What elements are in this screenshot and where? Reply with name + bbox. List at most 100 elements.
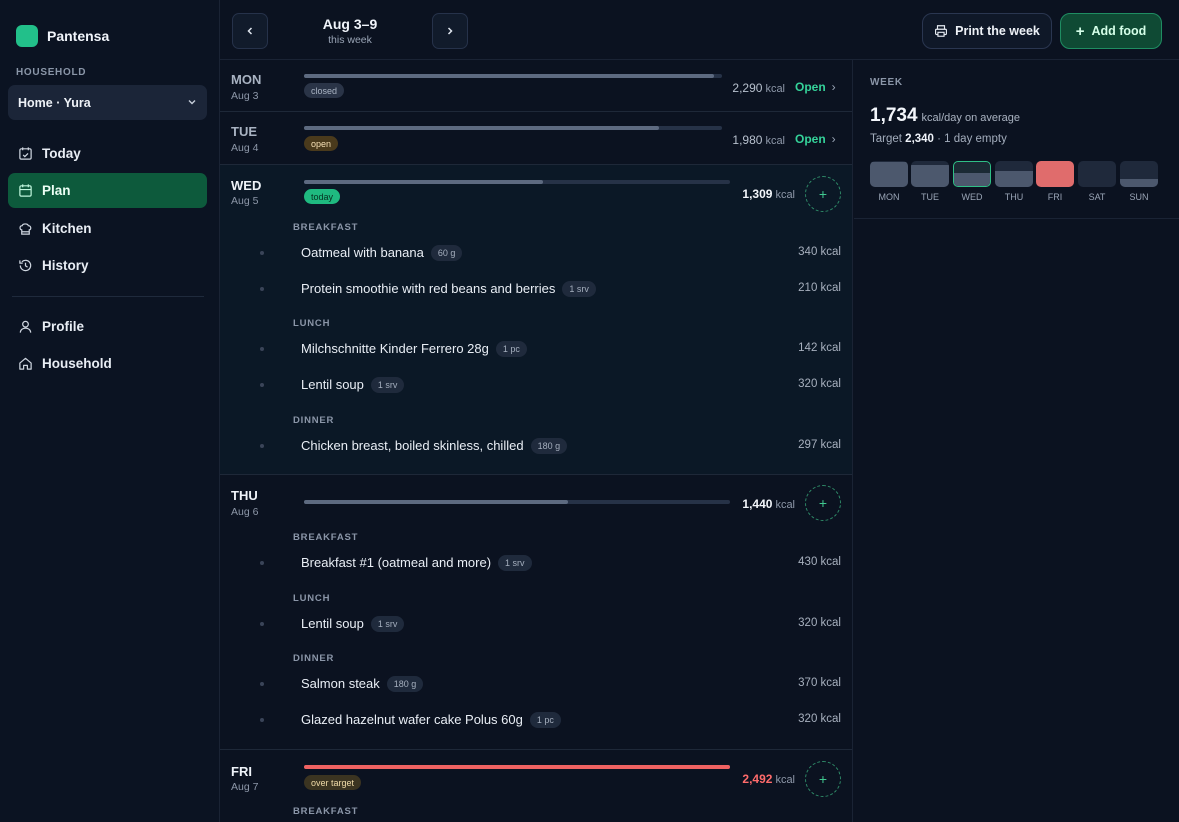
kcal-unit: kcal — [765, 83, 785, 95]
day-date: Aug 3 — [231, 90, 259, 102]
food-name-wrap: Glazed hazelnut wafer cake Polus 60g 1 pc — [301, 712, 561, 728]
kcal-unit: kcal — [775, 189, 795, 201]
brand[interactable]: Pantensa — [16, 25, 109, 47]
week-day-cell-sat[interactable] — [1078, 161, 1116, 187]
day-kcal-value: 2,492 — [742, 772, 773, 786]
food-kcal: 320 kcal — [798, 713, 841, 725]
sidebar-item-today[interactable]: Today — [8, 136, 207, 171]
sidebar-item-history[interactable]: History — [8, 248, 207, 283]
week-day-cell-fri[interactable] — [1036, 161, 1074, 187]
bullet-icon — [260, 622, 264, 626]
print-week-button[interactable]: Print the week — [922, 13, 1052, 49]
household-select[interactable]: Home · Yura — [8, 85, 207, 120]
food-name: Milchschnitte Kinder Ferrero 28g — [301, 341, 489, 356]
list-item[interactable]: Breakfast #1 (oatmeal and more) 1 srv 430… — [220, 553, 852, 573]
food-name: Breakfast #1 (oatmeal and more) — [301, 555, 492, 570]
food-name: Glazed hazelnut wafer cake Polus 60g — [301, 712, 523, 727]
list-item[interactable]: Chicken breast, boiled skinless, chilled… — [220, 436, 852, 456]
food-name: Oatmeal with banana — [301, 245, 424, 260]
week-average-value: 1,734 — [870, 105, 918, 126]
sidebar: Pantensa HOUSEHOLD Home · Yura Today Pla… — [0, 0, 220, 822]
week-day-fill — [995, 170, 1033, 187]
day-progress-bar — [304, 74, 722, 78]
list-item[interactable]: Salmon steak 180 g 370 kcal — [220, 674, 852, 694]
add-food-button[interactable]: + Add food — [1060, 13, 1162, 49]
add-to-day-button[interactable]: + — [805, 761, 841, 797]
food-name-wrap: Oatmeal with banana 60 g — [301, 245, 463, 261]
day-name: MON — [231, 72, 262, 87]
food-kcal: 430 kcal — [798, 556, 841, 568]
sidebar-item-profile[interactable]: Profile — [8, 309, 207, 344]
household-select-value: Home · Yura — [18, 95, 91, 110]
week-subtitle: this week — [328, 34, 372, 46]
week-summary-panel: WEEK 1,734 kcal/day on average Target 2,3… — [854, 60, 1179, 219]
food-name: Lentil soup — [301, 377, 364, 392]
chevron-right-icon: › — [831, 132, 836, 146]
list-item[interactable]: Protein smoothie with red beans and berr… — [220, 279, 852, 299]
week-day-cell-wed[interactable] — [953, 161, 991, 187]
sidebar-item-label: Household — [42, 356, 112, 371]
add-to-day-button[interactable]: + — [805, 176, 841, 212]
food-name-wrap: Milchschnitte Kinder Ferrero 28g 1 pc — [301, 341, 527, 357]
open-day-label: Open — [795, 80, 826, 94]
kcal-unit: kcal — [775, 774, 795, 786]
week-day-label: FRI — [1047, 192, 1063, 202]
food-name-wrap: Protein smoothie with red beans and berr… — [301, 281, 596, 297]
food-name: Chicken breast, boiled skinless, chilled — [301, 438, 524, 453]
open-day-label: Open — [795, 132, 826, 146]
list-item[interactable]: Lentil soup 1 srv 320 kcal — [220, 375, 852, 395]
list-item[interactable]: Milchschnitte Kinder Ferrero 28g 1 pc 142… — [220, 339, 852, 359]
list-item[interactable]: Oatmeal with banana 60 g 340 kcal — [220, 243, 852, 263]
day-progress-bar — [304, 180, 730, 184]
day-kcal-total: 2,290 kcal — [732, 81, 785, 95]
previous-week-button[interactable] — [232, 13, 268, 49]
week-day-cell-thu[interactable] — [995, 161, 1033, 187]
print-week-label: Print the week — [955, 24, 1040, 38]
open-day-link[interactable]: Open › — [795, 132, 836, 146]
meal-label-dinner: DINNER — [293, 653, 335, 664]
status-badge: today — [304, 189, 341, 204]
add-to-day-button[interactable]: + — [805, 485, 841, 521]
chevron-down-icon — [187, 96, 197, 110]
plus-icon: + — [818, 771, 828, 787]
days-list: MON Aug 3 closed 2,290 kcal Open › TUE Aug… — [220, 60, 853, 822]
quantity-badge: 1 srv — [562, 281, 596, 297]
next-week-button[interactable] — [432, 13, 468, 49]
food-kcal: 320 kcal — [798, 378, 841, 390]
day-kcal-total: 1,980 kcal — [732, 133, 785, 147]
food-name-wrap: Salmon steak 180 g — [301, 676, 424, 692]
day-kcal-value: 1,440 — [742, 497, 773, 511]
week-day-label: MON — [878, 192, 900, 202]
food-name: Protein smoothie with red beans and berr… — [301, 281, 556, 296]
day-row-tue[interactable]: TUE Aug 4 open 1,980 kcal Open › — [220, 112, 852, 165]
bullet-icon — [260, 383, 264, 387]
day-progress-bar — [304, 765, 730, 769]
week-day-fill — [911, 164, 949, 187]
week-title: Aug 3–9 this week — [300, 16, 400, 46]
calendar-check-icon — [17, 146, 33, 162]
week-day-cell-mon[interactable] — [870, 161, 908, 187]
sidebar-item-household[interactable]: Household — [8, 346, 207, 381]
quantity-badge: 180 g — [386, 676, 424, 692]
week-day-cell-sun[interactable] — [1120, 161, 1158, 187]
meal-label-breakfast: BREAKFAST — [293, 532, 359, 543]
quantity-badge: 1 pc — [495, 341, 527, 357]
day-kcal-total: 2,492 kcal — [742, 772, 795, 786]
list-item[interactable]: Lentil soup 1 srv 320 kcal — [220, 614, 852, 634]
day-date: Aug 4 — [231, 142, 259, 154]
list-item[interactable]: Glazed hazelnut wafer cake Polus 60g 1 pc… — [220, 710, 852, 730]
week-day-label: WED — [961, 192, 983, 202]
food-name-wrap: Lentil soup 1 srv — [301, 616, 405, 632]
sidebar-item-kitchen[interactable]: Kitchen — [8, 211, 207, 246]
bullet-icon — [260, 718, 264, 722]
plus-icon: + — [1075, 22, 1085, 40]
food-name-wrap: Chicken breast, boiled skinless, chilled… — [301, 438, 568, 454]
bullet-icon — [260, 561, 264, 565]
open-day-link[interactable]: Open › — [795, 80, 836, 94]
quantity-badge: 1 srv — [370, 377, 405, 393]
week-day-cell-tue[interactable] — [911, 161, 949, 187]
day-row-mon[interactable]: MON Aug 3 closed 2,290 kcal Open › — [220, 60, 852, 112]
meal-label-breakfast: BREAKFAST — [293, 806, 359, 817]
bullet-icon — [260, 444, 264, 448]
sidebar-item-plan[interactable]: Plan — [8, 173, 207, 208]
